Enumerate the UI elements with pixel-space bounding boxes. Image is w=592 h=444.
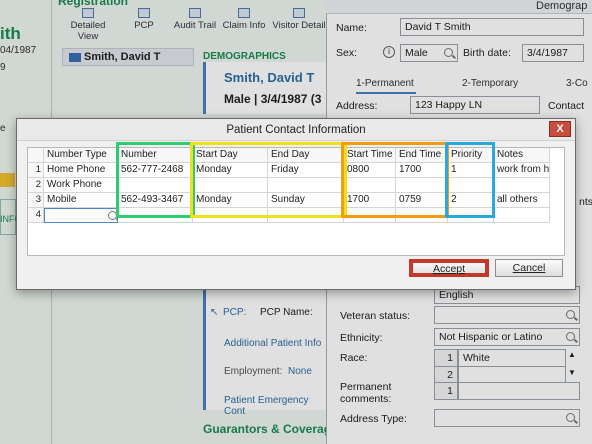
row-header-corner xyxy=(28,148,44,163)
table-cell[interactable] xyxy=(44,208,118,223)
table-cell[interactable] xyxy=(494,178,550,193)
table-cell[interactable]: Work Phone xyxy=(44,178,118,193)
table-cell[interactable]: Home Phone xyxy=(44,163,118,178)
contact-info-dialog: Patient Contact Information X Number Typ… xyxy=(16,118,576,290)
close-icon[interactable]: X xyxy=(549,121,571,137)
column-header[interactable]: Notes xyxy=(494,148,550,163)
row-number: 4 xyxy=(28,208,44,223)
table-cell[interactable]: work from h xyxy=(494,163,550,178)
priority-highlight xyxy=(445,142,495,218)
row-number: 1 xyxy=(28,163,44,178)
table-cell[interactable]: all others xyxy=(494,193,550,208)
row-number: 3 xyxy=(28,193,44,208)
number-highlight xyxy=(116,142,195,218)
row-number: 2 xyxy=(28,178,44,193)
table-cell[interactable] xyxy=(494,208,550,223)
column-header[interactable]: Number Type xyxy=(44,148,118,163)
contact-grid: Number Type Number Start Day End Day Start T… xyxy=(27,142,565,256)
table-cell[interactable]: Mobile xyxy=(44,193,118,208)
cancel-button[interactable]: Cancel xyxy=(495,259,563,277)
accept-button[interactable]: Accept xyxy=(409,259,489,277)
day-highlight xyxy=(190,142,347,218)
time-highlight xyxy=(341,142,449,218)
dialog-title: Patient Contact Information xyxy=(17,119,575,141)
